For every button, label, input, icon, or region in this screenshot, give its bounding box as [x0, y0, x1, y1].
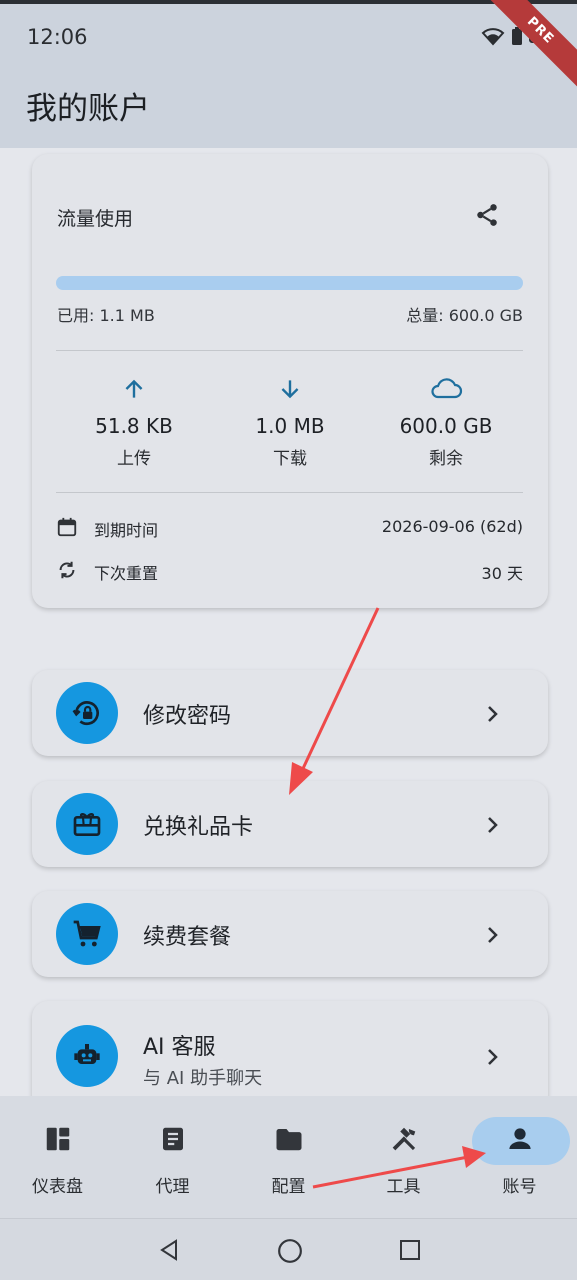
- home-icon[interactable]: [277, 1238, 303, 1264]
- usage-progress-bar: [56, 276, 523, 290]
- shopping-cart-icon: [56, 903, 118, 965]
- bottom-navigation: 仪表盘 代理 配置 工具 账号: [0, 1096, 577, 1218]
- upload-stat: 51.8 KB 上传: [54, 376, 214, 469]
- download-value: 1.0 MB: [255, 414, 325, 438]
- refresh-icon: [59, 561, 75, 579]
- lock-reset-icon: [56, 682, 118, 744]
- remaining-label: 剩余: [429, 449, 463, 469]
- dashboard-icon: [46, 1127, 69, 1151]
- recents-icon[interactable]: [398, 1238, 422, 1262]
- ai-support-item[interactable]: AI 客服 与 AI 助手聊天: [32, 1001, 548, 1111]
- back-icon[interactable]: [157, 1238, 181, 1262]
- nav-dashboard-label: 仪表盘: [32, 1177, 83, 1197]
- reset-value: 30 天: [481, 564, 523, 583]
- wifi-icon: [481, 28, 505, 46]
- download-label: 下载: [273, 449, 307, 469]
- remaining-stat: 600.0 GB 剩余: [366, 376, 526, 469]
- chevron-right-icon: [488, 927, 498, 943]
- chevron-right-icon: [488, 706, 498, 722]
- usage-title: 流量使用: [57, 208, 134, 230]
- total-amount: 总量: 600.0 GB: [406, 306, 523, 325]
- nav-proxy-label: 代理: [155, 1177, 190, 1197]
- redeem-gift-card-label: 兑换礼品卡: [143, 815, 254, 840]
- used-amount: 已用: 1.1 MB: [57, 306, 155, 325]
- download-stat: 1.0 MB 下载: [210, 376, 370, 469]
- arrow-down-icon: [281, 380, 299, 399]
- nav-tools[interactable]: 工具: [346, 1096, 461, 1218]
- divider: [56, 350, 523, 351]
- folder-icon: [276, 1129, 301, 1151]
- person-icon: [508, 1128, 531, 1149]
- system-navigation-bar: [0, 1218, 577, 1280]
- list-icon: [162, 1127, 183, 1151]
- redeem-gift-card-item[interactable]: 兑换礼品卡: [32, 781, 548, 867]
- renew-plan-item[interactable]: 续费套餐: [32, 891, 548, 977]
- page-title: 我的账户: [26, 91, 150, 127]
- share-icon[interactable]: [474, 202, 500, 228]
- tools-icon: [392, 1127, 415, 1151]
- nav-dashboard[interactable]: 仪表盘: [0, 1096, 115, 1218]
- usage-card: 流量使用 已用: 1.1 MB 总量: 600.0 GB 51.8 KB 上传 …: [32, 154, 548, 608]
- chevron-right-icon: [488, 817, 498, 833]
- nav-account-label: 账号: [502, 1177, 537, 1197]
- change-password-label: 修改密码: [143, 704, 232, 729]
- robot-icon: [56, 1025, 118, 1087]
- nav-proxy[interactable]: 代理: [115, 1096, 230, 1218]
- expiry-row: 到期时间 2026-09-06 (62d): [56, 514, 523, 542]
- ai-support-label: AI 客服: [143, 1035, 216, 1060]
- app-bar: 12:06 我的账户: [0, 0, 577, 148]
- status-time: 12:06: [27, 25, 88, 49]
- gift-card-icon: [56, 793, 118, 855]
- upload-label: 上传: [117, 449, 151, 469]
- divider: [56, 492, 523, 493]
- reset-row: 下次重置 30 天: [56, 557, 523, 585]
- remaining-value: 600.0 GB: [399, 414, 493, 438]
- arrow-up-icon: [125, 379, 143, 398]
- nav-config-label: 配置: [271, 1177, 306, 1197]
- renew-plan-label: 续费套餐: [143, 925, 232, 950]
- nav-tools-label: 工具: [386, 1177, 421, 1197]
- reset-label: 下次重置: [94, 564, 159, 583]
- expiry-label: 到期时间: [94, 521, 159, 540]
- nav-config[interactable]: 配置: [231, 1096, 346, 1218]
- calendar-icon: [57, 517, 77, 537]
- chevron-right-icon: [488, 1049, 498, 1065]
- nav-account[interactable]: 账号: [462, 1096, 577, 1218]
- ai-support-subtitle: 与 AI 助手聊天: [143, 1068, 263, 1089]
- cloud-icon: [431, 378, 463, 399]
- change-password-item[interactable]: 修改密码: [32, 670, 548, 756]
- upload-value: 51.8 KB: [95, 414, 173, 438]
- expiry-value: 2026-09-06 (62d): [381, 517, 523, 536]
